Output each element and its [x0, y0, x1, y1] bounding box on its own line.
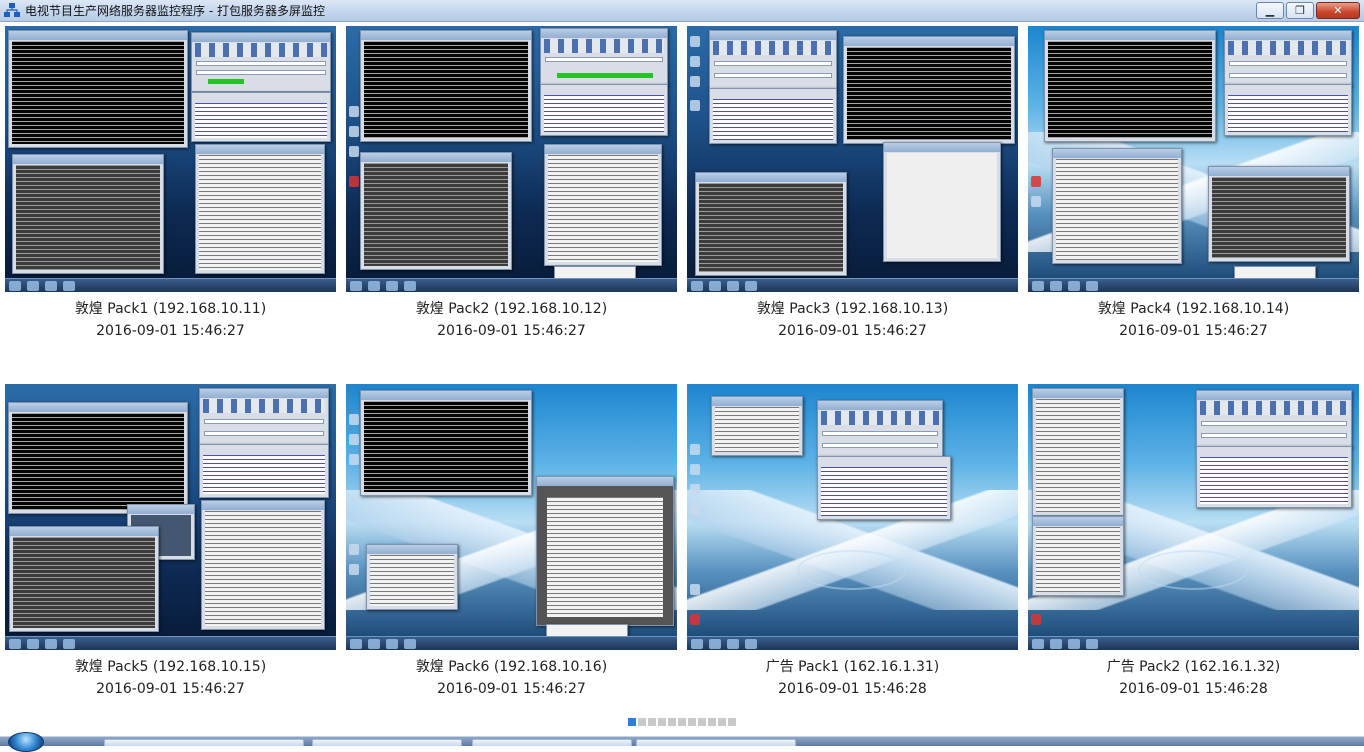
- title-bar[interactable]: 电视节目生产网络服务器监控程序 - 打包服务器多屏监控 ▁ ❐ ✕: [0, 0, 1364, 22]
- screen-timestamp: 2016-09-01 15:46:28: [778, 681, 927, 697]
- screen-timestamp: 2016-09-01 15:46:27: [96, 323, 245, 339]
- restore-button[interactable]: ❐: [1286, 2, 1314, 19]
- page-dot-1[interactable]: [628, 718, 636, 726]
- page-dot-6[interactable]: [678, 718, 686, 726]
- screen-name: 广告 Pack2 (162.16.1.32): [1106, 659, 1281, 675]
- page-dot-7[interactable]: [688, 718, 696, 726]
- screen-timestamp: 2016-09-01 15:46:27: [437, 323, 586, 339]
- screen-name: 敦煌 Pack4 (192.168.10.14): [1097, 301, 1290, 317]
- screen-name: 敦煌 Pack1 (192.168.10.11): [74, 301, 267, 317]
- start-button[interactable]: [8, 732, 44, 752]
- screen-thumbnail[interactable]: [687, 384, 1018, 650]
- screen-timestamp: 2016-09-01 15:46:27: [778, 323, 927, 339]
- screen-name: 广告 Pack1 (162.16.1.31): [765, 659, 940, 675]
- taskbar-item[interactable]: [104, 739, 304, 746]
- screen-timestamp: 2016-09-01 15:46:28: [1119, 681, 1268, 697]
- screen-timestamp: 2016-09-01 15:46:27: [437, 681, 586, 697]
- screen-thumbnail[interactable]: [346, 384, 677, 650]
- restore-icon: ❐: [1295, 4, 1305, 17]
- screen-thumbnail[interactable]: [5, 384, 336, 650]
- page-dot-9[interactable]: [708, 718, 716, 726]
- close-button[interactable]: ✕: [1316, 2, 1360, 19]
- screen-thumbnail[interactable]: [687, 26, 1018, 292]
- screen-thumbnail[interactable]: [5, 26, 336, 292]
- screen-thumbnail[interactable]: [1028, 384, 1359, 650]
- page-dot-10[interactable]: [718, 718, 726, 726]
- page-dot-4[interactable]: [658, 718, 666, 726]
- page-dot-3[interactable]: [648, 718, 656, 726]
- close-icon: ✕: [1333, 4, 1343, 17]
- taskbar-item[interactable]: [472, 739, 632, 746]
- screen-name: 敦煌 Pack5 (192.168.10.15): [74, 659, 267, 675]
- screen-thumbnail[interactable]: [1028, 26, 1359, 292]
- screen-name: 敦煌 Pack6 (192.168.10.16): [415, 659, 608, 675]
- page-dot-11[interactable]: [728, 718, 736, 726]
- minimize-icon: ▁: [1265, 4, 1275, 17]
- page-dot-5[interactable]: [668, 718, 676, 726]
- window-title: 电视节目生产网络服务器监控程序 - 打包服务器多屏监控: [25, 4, 325, 18]
- taskbar-item[interactable]: [312, 739, 462, 746]
- screen-name: 敦煌 Pack3 (192.168.10.13): [756, 301, 949, 317]
- taskbar-item[interactable]: [636, 739, 796, 746]
- screen-timestamp: 2016-09-01 15:46:27: [1119, 323, 1268, 339]
- app-icon: [4, 3, 20, 17]
- minimize-button[interactable]: ▁: [1256, 2, 1284, 19]
- page-indicator: [628, 718, 738, 726]
- screen-timestamp: 2016-09-01 15:46:27: [96, 681, 245, 697]
- page-dot-8[interactable]: [698, 718, 706, 726]
- page-dot-2[interactable]: [638, 718, 646, 726]
- screen-name: 敦煌 Pack2 (192.168.10.12): [415, 301, 608, 317]
- screen-thumbnail[interactable]: [346, 26, 677, 292]
